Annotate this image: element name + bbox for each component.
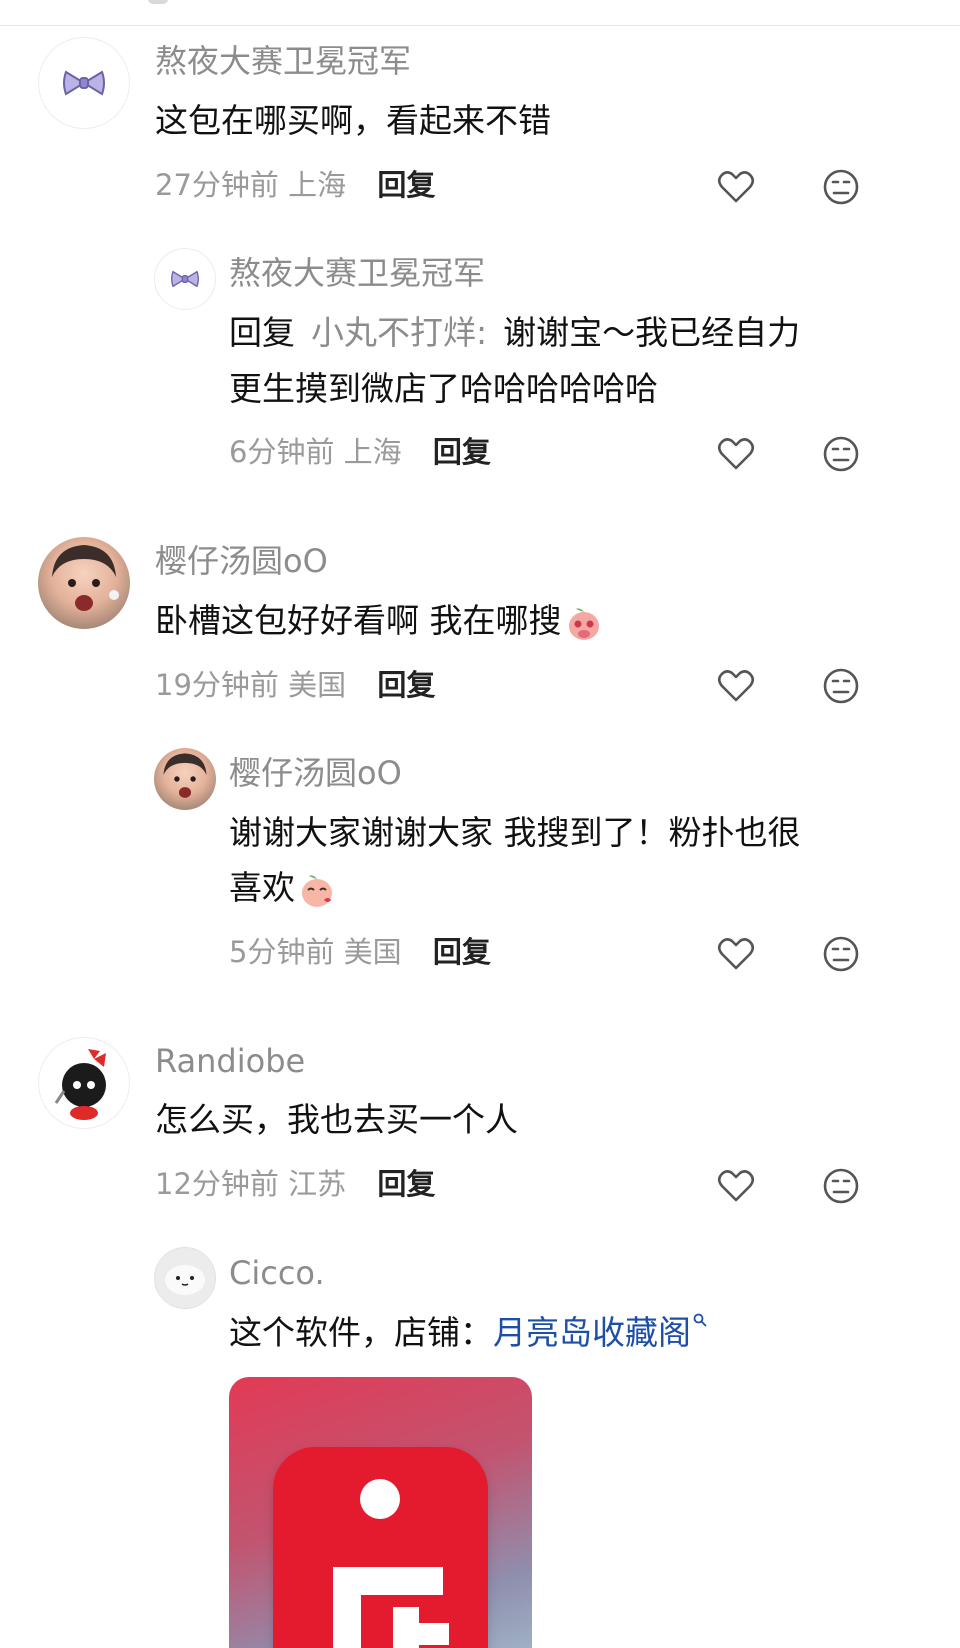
comment-username[interactable]: 樱仔汤圆oO: [155, 545, 328, 577]
top-handle: [148, 0, 168, 4]
avatar-bow[interactable]: [154, 248, 216, 310]
reply-username[interactable]: Cicco.: [229, 1257, 325, 1289]
mochi-face-image: [165, 1265, 205, 1295]
reply-button[interactable]: 回复: [377, 168, 435, 202]
heart-outline-icon[interactable]: [716, 167, 756, 207]
comment-time: 12分钟前: [155, 1167, 279, 1201]
reply-username[interactable]: 熬夜大赛卫冕冠军: [229, 257, 485, 289]
top-divider: [0, 25, 960, 26]
search-icon[interactable]: [693, 1313, 707, 1327]
comment-meta: 12分钟前 江苏 回复: [155, 1170, 435, 1199]
comment-text-body: 卧槽这包好好看啊 我在哪搜: [155, 601, 562, 640]
kiss-peach-emoji-icon: [302, 874, 332, 907]
reply-text-line2: 更生摸到微店了哈哈哈哈哈哈: [229, 369, 658, 408]
reply-text: 这个软件，店铺：月亮岛收藏阁: [229, 1305, 707, 1361]
avatar-bow[interactable]: [38, 37, 130, 129]
reply-text-line2: 喜欢: [229, 868, 295, 907]
reply-location: 美国: [343, 935, 402, 969]
comment-time: 27分钟前: [155, 168, 279, 202]
reply-button[interactable]: 回复: [433, 435, 491, 469]
reply-meta: 5分钟前 美国 回复: [229, 938, 491, 967]
weidian-shop-app-icon: [273, 1447, 488, 1648]
comment-location: 美国: [288, 668, 347, 702]
reply-meta: 6分钟前 上海 回复: [229, 438, 491, 467]
avatar-photo[interactable]: [38, 537, 130, 629]
shop-app-screenshot[interactable]: [229, 1377, 532, 1648]
shop-link[interactable]: 月亮岛收藏阁: [493, 1313, 691, 1352]
heart-outline-icon[interactable]: [716, 1166, 756, 1206]
reply-time: 6分钟前: [229, 435, 335, 469]
bow-icon: [171, 270, 199, 288]
reply-prefix: 回复: [229, 313, 295, 352]
comment-username[interactable]: Randiobe: [155, 1045, 305, 1077]
reply-button[interactable]: 回复: [377, 668, 435, 702]
avatar-cartoon-girl[interactable]: [38, 1037, 130, 1129]
comment-meta: 19分钟前 美国 回复: [155, 671, 435, 700]
shop-glyph-icon: [333, 1479, 449, 1648]
comment-text: 卧槽这包好好看啊 我在哪搜: [155, 593, 604, 649]
reply-time: 5分钟前: [229, 935, 335, 969]
comment-text: 这包在哪买啊，看起来不错: [155, 101, 551, 140]
reply-text: 回复 小丸不打烊: 谢谢宝～我已经自力: [229, 305, 800, 361]
neutral-face-icon[interactable]: [821, 167, 861, 207]
reply-button[interactable]: 回复: [377, 1167, 435, 1201]
bow-icon: [63, 70, 105, 96]
avatar-face-image: [163, 753, 207, 798]
neutral-face-icon[interactable]: [821, 666, 861, 706]
comment-username[interactable]: 熬夜大赛卫冕冠军: [155, 45, 411, 77]
heart-outline-icon[interactable]: [716, 434, 756, 474]
reply-location: 上海: [343, 435, 402, 469]
neutral-face-icon[interactable]: [821, 934, 861, 974]
heart-outline-icon[interactable]: [716, 934, 756, 974]
comment-text: 怎么买，我也去买一个人: [155, 1100, 518, 1139]
comment-meta: 27分钟前 上海 回复: [155, 171, 435, 200]
avatar-mochi[interactable]: [154, 1247, 216, 1309]
comment-location: 江苏: [288, 1167, 347, 1201]
reply-text-line2-wrap: 喜欢: [229, 860, 337, 916]
reply-username[interactable]: 樱仔汤圆oO: [229, 757, 402, 789]
comment-location: 上海: [288, 168, 347, 202]
avatar-photo[interactable]: [154, 748, 216, 810]
shy-peach-emoji-icon: [568, 607, 599, 640]
reply-text-prefix: 这个软件，店铺：: [229, 1313, 493, 1352]
reply-to-user[interactable]: 小丸不打烊:: [311, 313, 487, 352]
reply-text-line1: 谢谢大家谢谢大家 我搜到了！粉扑也很: [229, 813, 801, 852]
neutral-face-icon[interactable]: [821, 434, 861, 474]
neutral-face-icon[interactable]: [821, 1166, 861, 1206]
reply-button[interactable]: 回复: [433, 935, 491, 969]
avatar-face-image: [52, 545, 119, 611]
cartoon-girl-image: [54, 1049, 106, 1120]
comment-time: 19分钟前: [155, 668, 279, 702]
heart-outline-icon[interactable]: [716, 666, 756, 706]
reply-text-line1: 谢谢宝～我已经自力: [503, 313, 801, 352]
